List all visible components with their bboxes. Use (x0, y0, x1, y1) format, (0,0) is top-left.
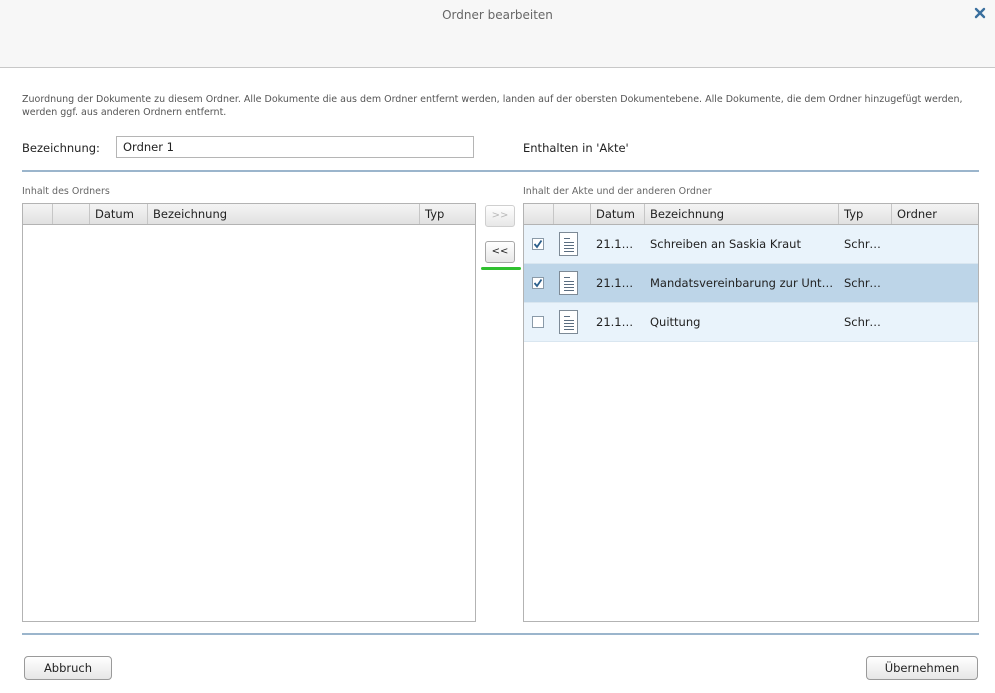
row-checkbox[interactable] (532, 316, 544, 328)
separator-top (22, 170, 979, 172)
right-grid-label: Inhalt der Akte und der anderen Ordner (523, 186, 712, 197)
row-name: Quittung (650, 315, 701, 329)
row-name: Mandatsvereinbarung zur Unters... (650, 276, 839, 290)
apply-button[interactable]: Übernehmen (866, 656, 978, 680)
col-icon[interactable] (53, 204, 90, 224)
col-date[interactable]: Datum (591, 204, 645, 224)
folder-content-grid[interactable]: Datum Bezeichnung Typ (22, 203, 476, 622)
grid-header: Datum Bezeichnung Typ (23, 204, 475, 225)
focus-indicator (481, 267, 521, 270)
dialog-description: Zuordnung der Dokumente zu diesem Ordner… (22, 94, 963, 118)
table-row[interactable]: 21.12.... Schreiben an Saskia Kraut Schrei… (524, 225, 978, 264)
document-icon (559, 232, 578, 256)
separator-bottom (22, 633, 979, 635)
col-check[interactable] (23, 204, 53, 224)
col-date[interactable]: Datum (90, 204, 148, 224)
contained-in-label: Enthalten in 'Akte' (523, 141, 629, 155)
table-row[interactable]: 21.12.... Mandatsvereinbarung zur Unters.… (524, 264, 978, 303)
col-type[interactable]: Typ (839, 204, 892, 224)
document-icon (559, 310, 578, 334)
col-type[interactable]: Typ (420, 204, 475, 224)
name-input[interactable] (116, 136, 474, 158)
row-checkbox[interactable] (532, 238, 544, 250)
left-grid-label: Inhalt des Ordners (22, 186, 110, 197)
row-type: Schrei... (844, 237, 891, 251)
col-check[interactable] (524, 204, 554, 224)
grid-header: Datum Bezeichnung Typ Ordner (524, 204, 978, 225)
dialog-title: Ordner bearbeiten (442, 8, 553, 22)
row-date: 21.12.... (596, 237, 644, 251)
close-icon[interactable] (973, 6, 987, 20)
remove-from-folder-button[interactable]: << (485, 241, 515, 263)
col-folder[interactable]: Ordner (892, 204, 978, 224)
col-name[interactable]: Bezeichnung (645, 204, 839, 224)
add-to-folder-button[interactable]: >> (485, 205, 515, 227)
name-label: Bezeichnung: (22, 141, 100, 155)
row-name: Schreiben an Saskia Kraut (650, 237, 801, 251)
col-name[interactable]: Bezeichnung (148, 204, 420, 224)
table-row[interactable]: 21.12.... Quittung Schrei... (524, 303, 978, 342)
row-checkbox[interactable] (532, 277, 544, 289)
available-documents-grid[interactable]: Datum Bezeichnung Typ Ordner 21.12.... Sc… (523, 203, 979, 622)
dialog-titlebar: Ordner bearbeiten (0, 0, 995, 68)
row-type: Schrei... (844, 276, 891, 290)
row-type: Schrei... (844, 315, 891, 329)
grid-body: 21.12.... Schreiben an Saskia Kraut Schrei… (524, 225, 978, 342)
col-icon[interactable] (554, 204, 591, 224)
document-icon (559, 271, 578, 295)
row-date: 21.12.... (596, 315, 644, 329)
row-date: 21.12.... (596, 276, 644, 290)
cancel-button[interactable]: Abbruch (24, 656, 112, 680)
